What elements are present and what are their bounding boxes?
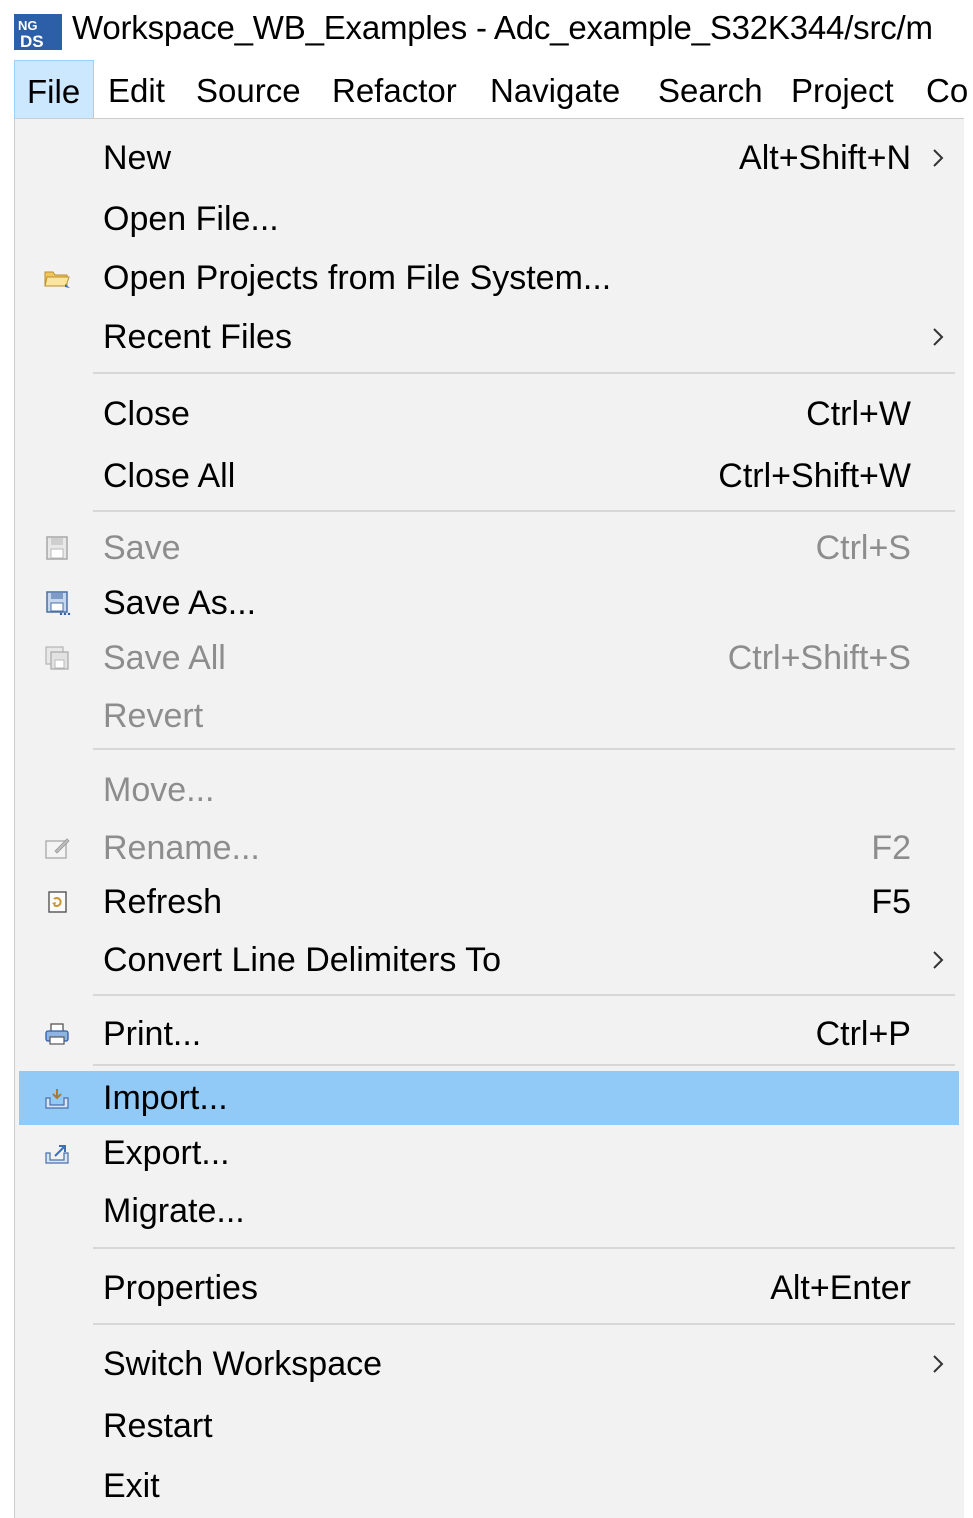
chevron-right-icon	[933, 328, 944, 346]
menu-item-shortcut: Ctrl+Shift+S	[727, 639, 911, 677]
svg-text:NG: NG	[18, 18, 38, 33]
menu-item-label: Revert	[103, 697, 204, 735]
menu-item-shortcut: Alt+Enter	[770, 1269, 911, 1307]
menu-item-migrate[interactable]: Migrate...	[19, 1181, 959, 1241]
print-icon	[45, 1023, 69, 1045]
title-bar: NG DS Workspace_WB_Examples - Adc_exampl…	[0, 0, 973, 60]
menu-item-rename[interactable]: Rename... F2	[19, 821, 959, 875]
menu-item-close[interactable]: Close Ctrl+W	[19, 383, 959, 445]
menu-item-label: Move...	[103, 771, 215, 809]
menu-edit[interactable]: Edit	[96, 60, 177, 120]
save-as-icon	[46, 591, 71, 615]
menu-item-label: Restart	[103, 1407, 213, 1445]
menu-item-revert[interactable]: Revert	[19, 686, 959, 746]
menu-item-exit[interactable]: Exit	[19, 1457, 959, 1515]
menu-item-shortcut: F2	[871, 829, 911, 867]
menu-item-move[interactable]: Move...	[19, 759, 959, 821]
menu-item-export[interactable]: Export...	[19, 1125, 959, 1181]
menu-separator	[93, 372, 955, 374]
menu-item-open-file[interactable]: Open File...	[19, 189, 959, 249]
menu-item-convert-line-delimiters[interactable]: Convert Line Delimiters To	[19, 929, 959, 991]
folder-icon	[44, 271, 70, 288]
menu-item-label: Print...	[103, 1015, 202, 1053]
menu-search[interactable]: Search	[646, 60, 775, 120]
menu-item-label: Import...	[103, 1079, 228, 1117]
menu-item-label: Properties	[103, 1269, 258, 1307]
menu-refactor[interactable]: Refactor	[320, 60, 469, 120]
rename-icon	[45, 838, 70, 859]
menu-item-label: Save As...	[103, 584, 257, 622]
menu-item-save-all[interactable]: Save All Ctrl+Shift+S	[19, 630, 959, 686]
refresh-icon	[48, 891, 67, 913]
menu-co[interactable]: Co	[914, 60, 973, 120]
file-menu-dropdown: New Alt+Shift+N Open File... Open Projec…	[14, 118, 964, 1518]
menu-bar: File Edit Source Refactor Navigate Searc…	[0, 60, 973, 120]
menu-item-shortcut: Ctrl+S	[815, 529, 911, 567]
svg-text:DS: DS	[20, 32, 44, 50]
menu-separator	[93, 1323, 955, 1325]
chevron-right-icon	[933, 1355, 944, 1373]
menu-item-refresh[interactable]: Refresh F5	[19, 875, 959, 929]
menu-separator	[93, 1247, 955, 1249]
menu-item-label: New	[103, 139, 172, 177]
menu-item-label: Close All	[103, 457, 236, 495]
menu-item-label: Close	[103, 395, 190, 433]
menu-item-label: Recent Files	[103, 318, 292, 356]
menu-item-label: Switch Workspace	[103, 1345, 383, 1383]
menu-separator	[93, 994, 955, 996]
menu-item-label: Convert Line Delimiters To	[103, 941, 502, 979]
menu-item-open-projects[interactable]: Open Projects from File System...	[19, 249, 959, 307]
save-all-icon	[45, 646, 69, 670]
menu-file[interactable]: File	[14, 60, 94, 120]
menu-item-print[interactable]: Print... Ctrl+P	[19, 1003, 959, 1065]
menu-item-shortcut: F5	[871, 883, 911, 921]
menu-item-save[interactable]: Save Ctrl+S	[19, 520, 959, 576]
menu-item-shortcut: Ctrl+W	[806, 395, 911, 433]
menu-item-switch-workspace[interactable]: Switch Workspace	[19, 1333, 959, 1395]
menu-item-shortcut: Ctrl+P	[815, 1015, 911, 1053]
menu-separator	[93, 510, 955, 512]
menu-item-save-as[interactable]: Save As...	[19, 576, 959, 630]
menu-item-new[interactable]: New Alt+Shift+N	[19, 127, 959, 189]
chevron-right-icon	[933, 951, 944, 969]
save-icon	[46, 536, 68, 560]
import-icon	[45, 1089, 69, 1109]
menu-item-label: Exit	[103, 1467, 160, 1505]
menu-separator	[93, 1064, 955, 1066]
menu-item-label: Export...	[103, 1134, 230, 1172]
menu-project[interactable]: Project	[779, 60, 906, 120]
menu-item-label: Rename...	[103, 829, 260, 867]
menu-source[interactable]: Source	[184, 60, 313, 120]
menu-item-label: Save All	[103, 639, 226, 677]
menu-item-shortcut: Alt+Shift+N	[739, 139, 911, 177]
chevron-right-icon	[933, 149, 944, 167]
menu-item-restart[interactable]: Restart	[19, 1395, 959, 1457]
menu-item-label: Open File...	[103, 200, 279, 238]
menu-item-properties[interactable]: Properties Alt+Enter	[19, 1257, 959, 1319]
menu-item-recent-files[interactable]: Recent Files	[19, 307, 959, 367]
menu-separator	[93, 748, 955, 750]
window-title: Workspace_WB_Examples - Adc_example_S32K…	[72, 9, 933, 46]
menu-item-label: Migrate...	[103, 1192, 245, 1230]
menu-item-label: Save	[103, 529, 181, 567]
ds-app-icon: NG DS	[14, 14, 62, 50]
export-icon	[45, 1145, 69, 1164]
menu-item-close-all[interactable]: Close All Ctrl+Shift+W	[19, 445, 959, 507]
menu-navigate[interactable]: Navigate	[478, 60, 632, 120]
menu-item-shortcut: Ctrl+Shift+W	[718, 457, 911, 495]
menu-item-import[interactable]: Import...	[19, 1071, 959, 1125]
menu-item-label: Refresh	[103, 883, 223, 921]
menu-item-label: Open Projects from File System...	[103, 259, 612, 297]
